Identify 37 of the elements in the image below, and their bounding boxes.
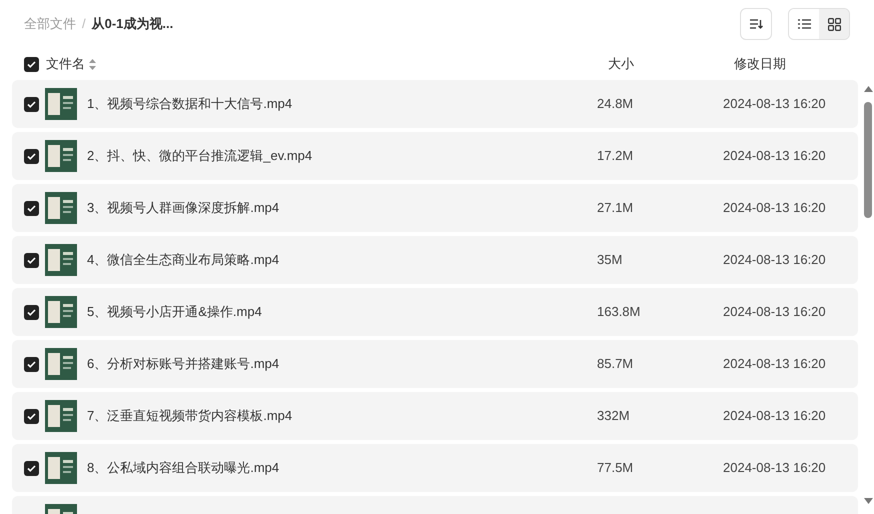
file-row[interactable]: 1、视频号综合数据和十大信号.mp4 24.8M 2024-08-13 16:20 [12, 80, 858, 128]
modified-date: 2024-08-13 16:20 [723, 355, 826, 374]
modified-date: 2024-08-13 16:20 [723, 407, 826, 426]
modified-date: 2024-08-13 16:20 [723, 303, 826, 322]
column-header[interactable]: 修改日期 [734, 54, 786, 74]
file-row[interactable]: 8、公私域内容组合联动曝光.mp4 77.5M 2024-08-13 16:20 [12, 444, 858, 492]
file-name: 4、微信全生态商业布局策略.mp4 [87, 251, 280, 270]
file-row[interactable]: 2、抖、快、微的平台推流逻辑_ev.mp4 17.2M 2024-08-13 16:20 [12, 132, 858, 180]
file-row[interactable]: 5、视频号小店开通&操作.mp4 163.8M 2024-08-13 16:20 [12, 288, 858, 336]
file-row[interactable]: 4、微信全生态商业布局策略.mp4 35M 2024-08-13 16:20 [12, 236, 858, 284]
file-size: 27.1M [597, 199, 634, 218]
column-header[interactable]: 文件名 [46, 54, 85, 74]
breadcrumb-separator: / [82, 15, 86, 34]
file-size: 85.7M [597, 355, 634, 374]
file-name: 2、抖、快、微的平台推流逻辑_ev.mp4 [87, 147, 314, 166]
modified-date: 2024-08-13 16:20 [723, 251, 826, 270]
file-size: 35M [597, 251, 624, 270]
file-name: 1、视频号综合数据和十大信号.mp4 [87, 95, 294, 114]
modified-date: 2024-08-13 16:20 [723, 459, 826, 478]
modified-date: 2024-08-13 16:20 [723, 147, 826, 166]
file-size: 163.8M [597, 303, 642, 322]
file-size: 24.8M [597, 95, 634, 114]
file-size: 332M [597, 407, 631, 426]
file-name: 6、分析对标账号并搭建账号.mp4 [87, 355, 280, 374]
file-row[interactable]: 7、泛垂直短视频带货内容模板.mp4 332M 2024-08-13 16:20 [12, 392, 858, 440]
file-size: 77.5M [597, 459, 634, 478]
file-name: 8、公私域内容组合联动曝光.mp4 [87, 459, 280, 478]
column-header[interactable]: 大小 [608, 54, 734, 74]
modified-date: 2024-08-13 16:20 [723, 95, 826, 114]
file-name: 5、视频号小店开通&操作.mp4 [87, 303, 263, 322]
file-row[interactable]: 6、分析对标账号并搭建账号.mp4 85.7M 2024-08-13 16:20 [12, 340, 858, 388]
modified-date: 2024-08-13 16:20 [723, 199, 826, 218]
file-name: 7、泛垂直短视频带货内容模板.mp4 [87, 407, 294, 426]
file-size: 17.2M [597, 147, 634, 166]
file-name: 3、视频号人群画像深度拆解.mp4 [87, 199, 280, 218]
breadcrumb-item[interactable]: 从0-1成为视... [92, 14, 174, 34]
file-row[interactable]: 3、视频号人群画像深度拆解.mp4 27.1M 2024-08-13 16:20 [12, 184, 858, 232]
